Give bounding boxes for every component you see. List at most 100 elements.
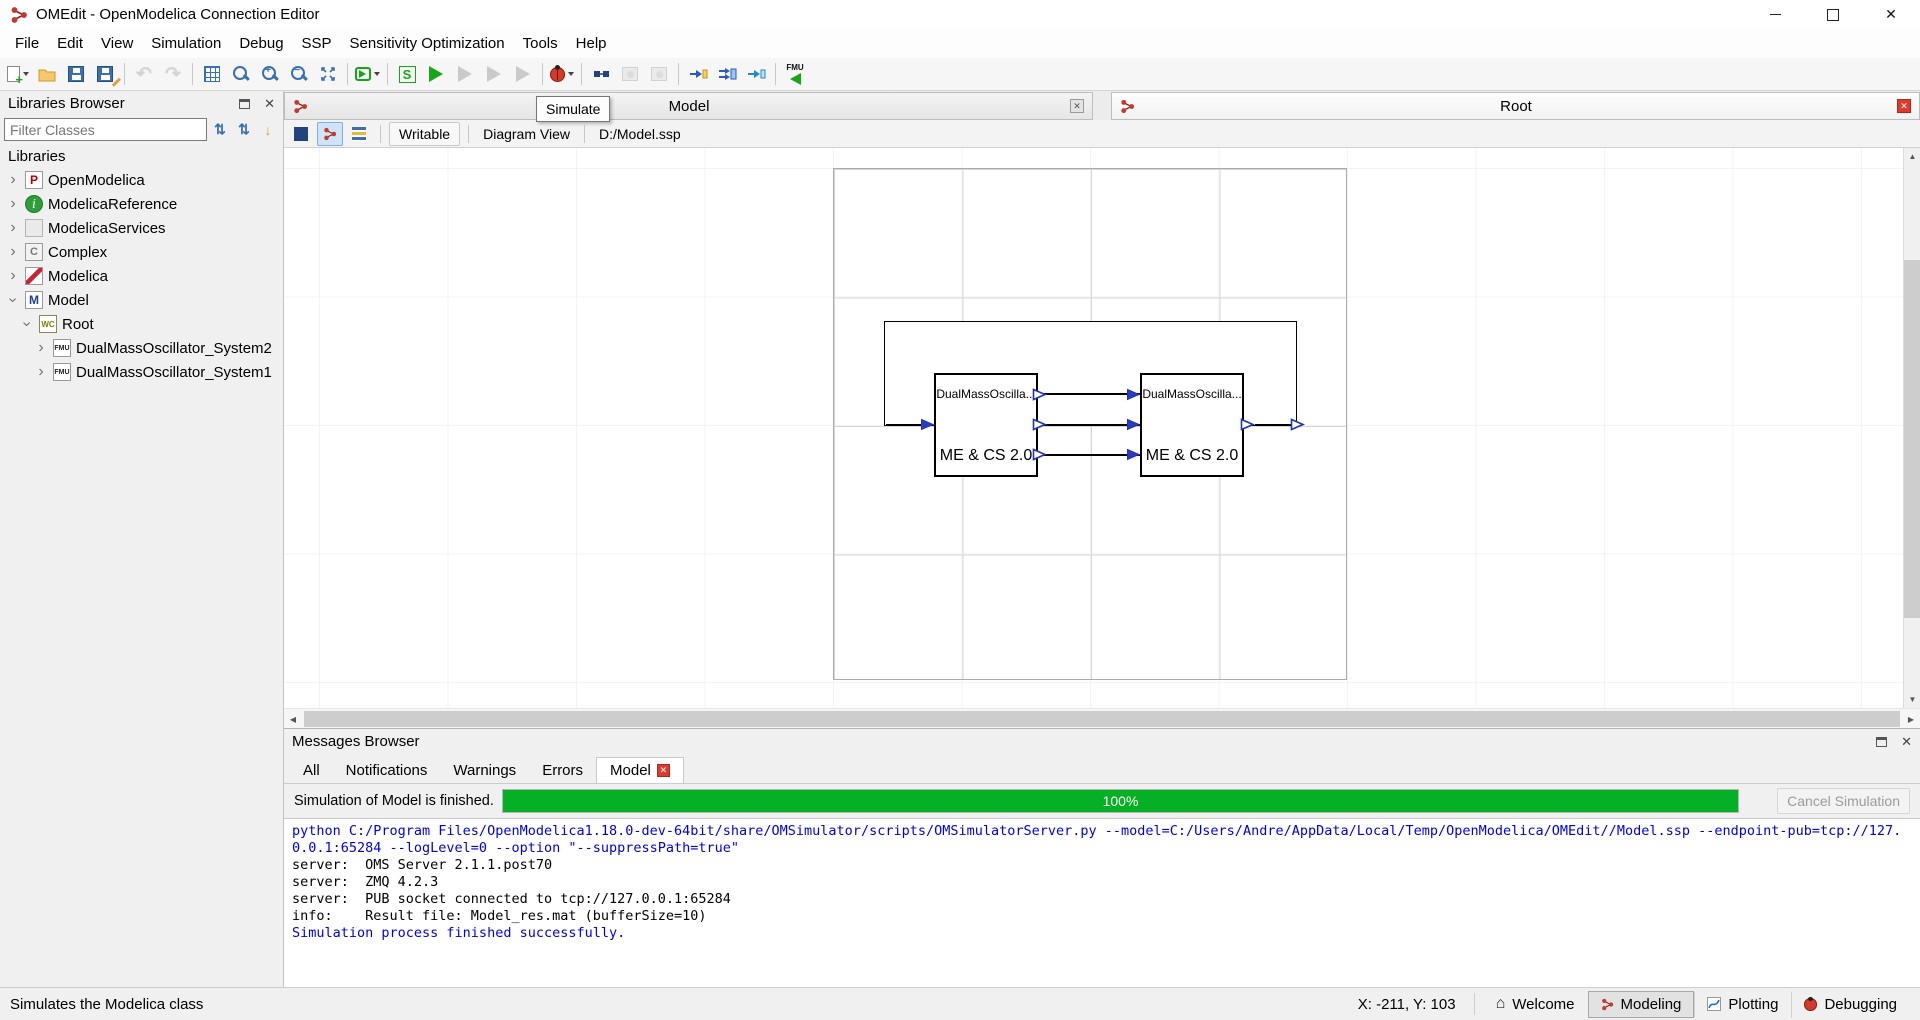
messages-tab-errors[interactable]: Errors	[529, 757, 596, 783]
library-item-dualmassoscillator-system2[interactable]: DualMassOscillator_System2	[0, 336, 283, 360]
close-button[interactable]	[1862, 0, 1920, 29]
input-port-icon[interactable]	[1126, 448, 1141, 461]
menu-file[interactable]: File	[6, 29, 48, 58]
component-dualmassoscillator-system2[interactable]: DualMassOscilla... ME & CS 2.0	[1140, 373, 1244, 477]
library-item-openmodelica[interactable]: OpenModelica	[0, 168, 283, 192]
perspective-debugging-button[interactable]: Debugging	[1791, 991, 1910, 1018]
output-port-icon[interactable]	[1290, 418, 1305, 431]
fit-to-diagram-button[interactable]	[314, 60, 342, 88]
menu-view[interactable]: View	[92, 29, 142, 58]
close-tab-icon[interactable]	[1070, 99, 1084, 113]
show-grid-button[interactable]	[198, 60, 226, 88]
text-view-button[interactable]	[346, 122, 372, 146]
scroll-right-icon[interactable]: ▶	[1902, 709, 1920, 729]
connection-line[interactable]	[1255, 424, 1292, 426]
messages-tab-model[interactable]: Model	[596, 757, 684, 783]
messages-tab-warnings[interactable]: Warnings	[440, 757, 529, 783]
library-item-complex[interactable]: Complex	[0, 240, 283, 264]
perspective-modeling-button[interactable]: Modeling	[1588, 991, 1695, 1018]
menu-tools[interactable]: Tools	[514, 29, 567, 58]
close-tab-icon[interactable]	[657, 764, 670, 777]
messages-tab-all[interactable]: All	[290, 757, 333, 783]
float-panel-icon[interactable]	[239, 99, 250, 109]
simulate-button[interactable]	[422, 60, 450, 88]
simulate-animation-button[interactable]	[509, 60, 537, 88]
input-port-icon[interactable]	[1126, 418, 1141, 431]
save-button[interactable]	[62, 60, 90, 88]
scrollbar-thumb[interactable]	[304, 711, 1900, 727]
library-item-modelica[interactable]: Modelica	[0, 264, 283, 288]
horizontal-scrollbar[interactable]: ◀ ▶	[284, 708, 1920, 728]
expand-icon[interactable]	[6, 173, 20, 187]
add-or-edit-icon-button[interactable]	[616, 60, 644, 88]
component-dualmassoscillator-system1[interactable]: DualMassOscilla... ME & CS 2.0	[934, 373, 1038, 477]
zoom-out-button[interactable]: −	[285, 60, 313, 88]
expand-icon[interactable]	[34, 365, 48, 379]
add-bus-button[interactable]	[713, 60, 741, 88]
maximize-button[interactable]	[1804, 0, 1862, 29]
menu-edit[interactable]: Edit	[48, 29, 92, 58]
menu-sensitivity-optimization[interactable]: Sensitivity Optimization	[341, 29, 514, 58]
minimize-button[interactable]	[1746, 0, 1804, 29]
sort-descending-button[interactable]	[233, 119, 255, 141]
reset-zoom-button[interactable]	[227, 60, 255, 88]
close-panel-icon[interactable]	[264, 95, 275, 112]
vertical-scrollbar[interactable]: ▲ ▼	[1903, 148, 1920, 708]
perspective-welcome-button[interactable]: Welcome	[1483, 990, 1588, 1018]
perspective-plotting-button[interactable]: Plotting	[1694, 991, 1791, 1018]
delete-icon-button[interactable]	[645, 60, 673, 88]
diagram-view-button[interactable]	[317, 122, 343, 146]
redo-button[interactable]	[159, 60, 187, 88]
library-item-modelicaservices[interactable]: ModelicaServices	[0, 216, 283, 240]
menu-help[interactable]: Help	[567, 29, 616, 58]
new-composite-model-button[interactable]	[353, 60, 382, 88]
expand-icon[interactable]	[34, 341, 48, 355]
menu-ssp[interactable]: SSP	[293, 29, 341, 58]
new-model-button[interactable]	[4, 60, 32, 88]
output-port-icon[interactable]	[1032, 448, 1047, 461]
connection-line[interactable]	[1038, 454, 1140, 456]
library-item-root[interactable]: Root	[0, 312, 283, 336]
simulation-setup-button[interactable]	[393, 60, 421, 88]
library-item-dualmassoscillator-system1[interactable]: DualMassOscillator_System1	[0, 360, 283, 384]
library-item-modelicareference[interactable]: ModelicaReference	[0, 192, 283, 216]
input-port-icon[interactable]	[1126, 388, 1141, 401]
writable-button[interactable]: Writable	[389, 122, 460, 146]
expand-icon[interactable]	[6, 245, 20, 259]
float-panel-icon[interactable]	[1876, 737, 1887, 747]
connection-line[interactable]	[1038, 393, 1140, 395]
close-panel-icon[interactable]	[1901, 733, 1912, 750]
undo-button[interactable]	[130, 60, 158, 88]
add-submodel-button[interactable]: FMU	[781, 60, 809, 88]
zoom-in-button[interactable]: +	[256, 60, 284, 88]
expand-icon[interactable]	[6, 221, 20, 235]
messages-tab-notifications[interactable]: Notifications	[333, 757, 441, 783]
tab-root[interactable]: Root	[1111, 92, 1920, 120]
collapse-icon[interactable]	[20, 317, 34, 331]
close-tab-icon[interactable]	[1897, 99, 1911, 113]
output-port-icon[interactable]	[1032, 388, 1047, 401]
open-model-button[interactable]	[33, 60, 61, 88]
add-connector-button[interactable]	[684, 60, 712, 88]
tab-model[interactable]: Model	[284, 92, 1093, 120]
menu-simulation[interactable]: Simulation	[142, 29, 230, 58]
save-as-button[interactable]	[91, 60, 119, 88]
input-port-icon[interactable]	[920, 418, 935, 431]
collapse-icon[interactable]	[6, 293, 20, 307]
scroll-left-icon[interactable]: ◀	[284, 709, 302, 729]
simulate-transformational-debugger-button[interactable]	[451, 60, 479, 88]
scroll-down-icon[interactable]: ▼	[1904, 691, 1920, 708]
cancel-simulation-button[interactable]: Cancel Simulation	[1777, 788, 1910, 814]
expand-icon[interactable]	[6, 197, 20, 211]
debug-button[interactable]	[548, 60, 576, 88]
diagram-canvas[interactable]: DualMassOscilla... ME & CS 2.0 DualMassO…	[284, 148, 1903, 708]
scroll-up-icon[interactable]: ▲	[1904, 148, 1920, 165]
connection-line[interactable]	[886, 424, 924, 426]
library-item-model[interactable]: Model	[0, 288, 283, 312]
scroll-to-class-button[interactable]	[257, 119, 279, 141]
scrollbar-thumb[interactable]	[1904, 260, 1920, 618]
add-system-button[interactable]	[587, 60, 615, 88]
add-tlm-bus-button[interactable]	[742, 60, 770, 88]
output-port-icon[interactable]	[1032, 418, 1047, 431]
simulate-algorithmic-debugger-button[interactable]	[480, 60, 508, 88]
